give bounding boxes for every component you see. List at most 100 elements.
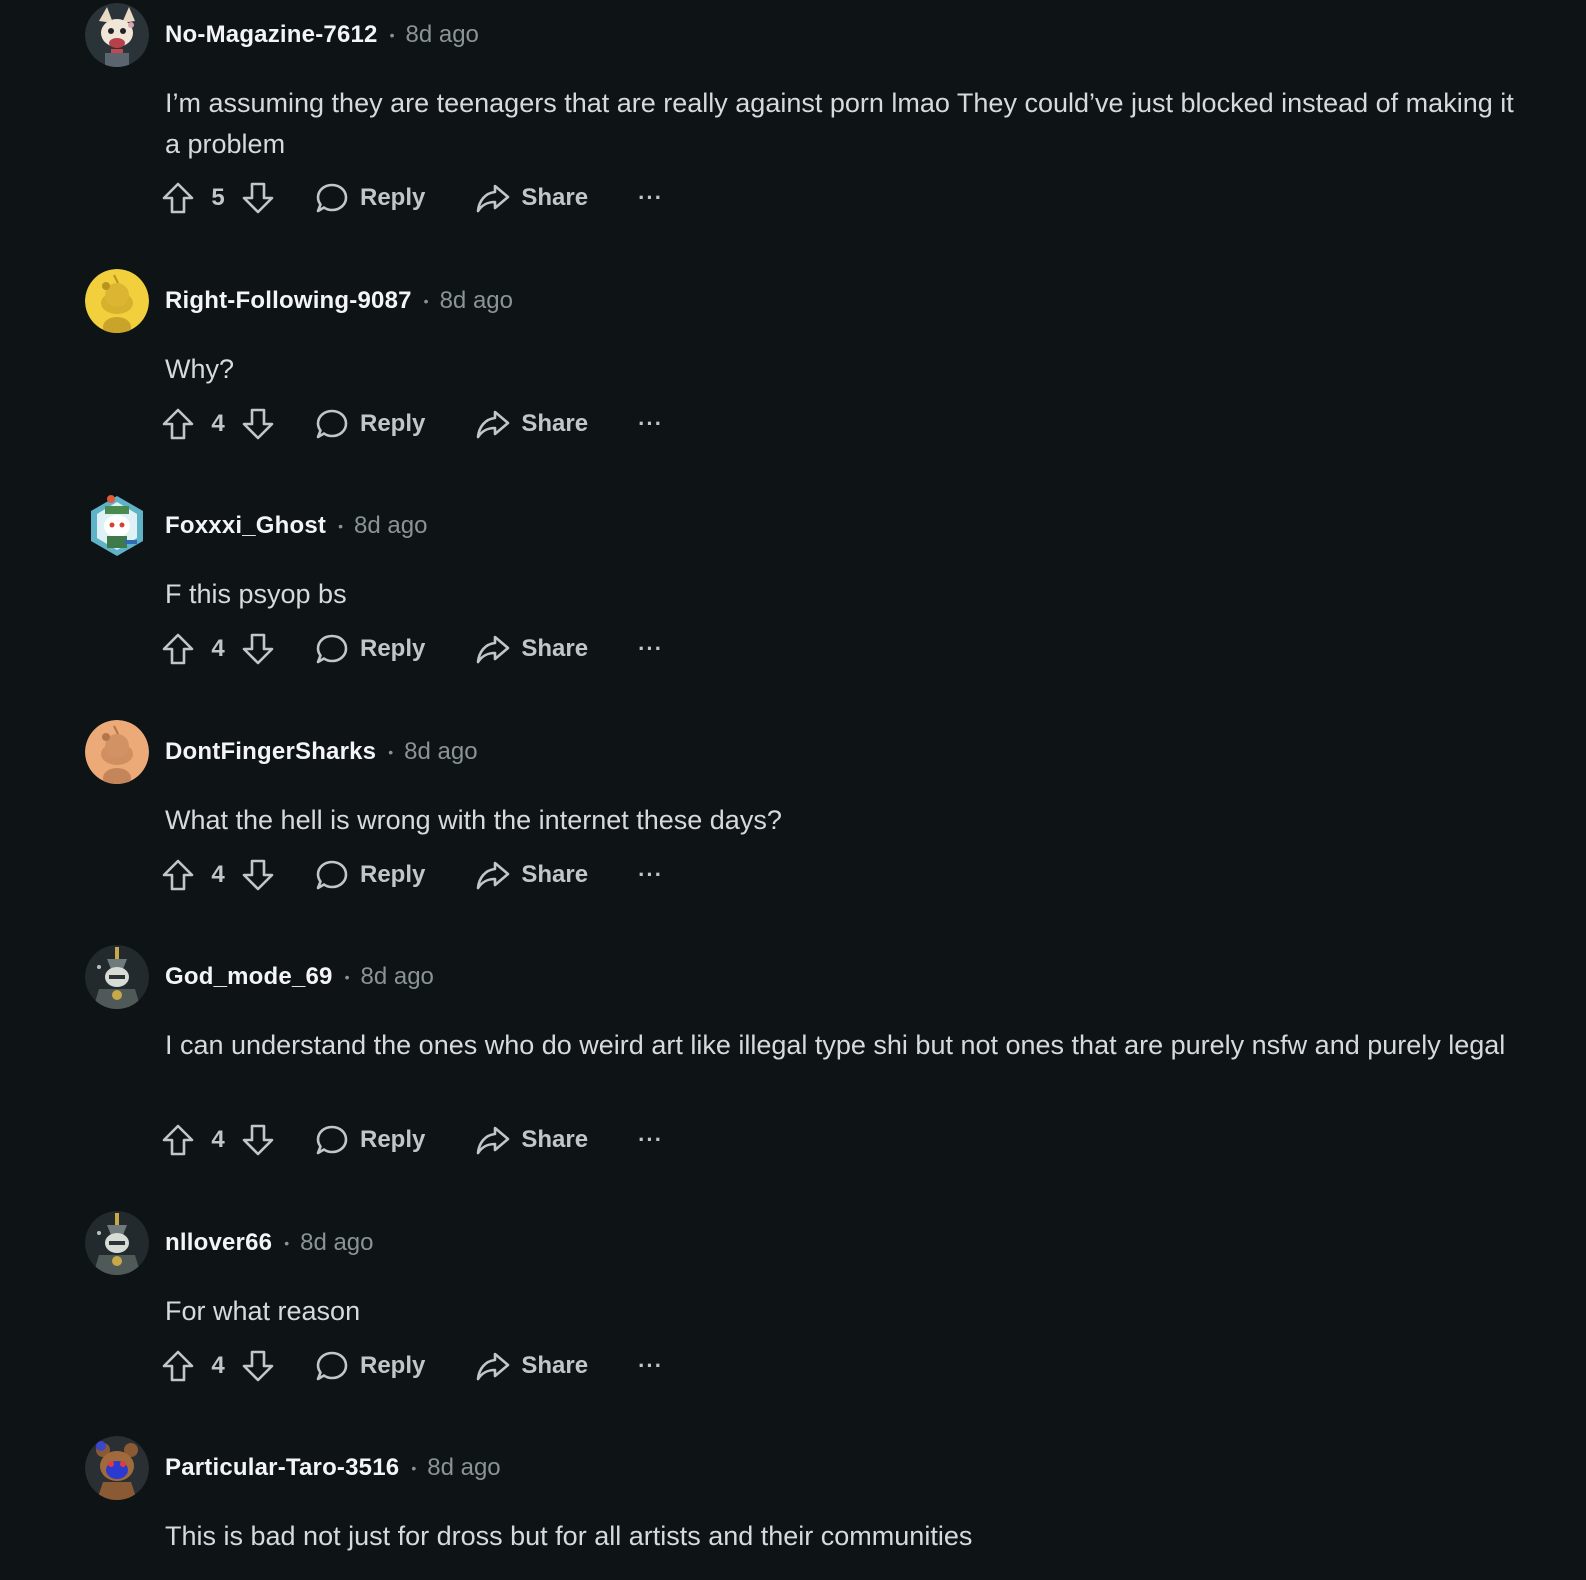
- share-label: Share: [521, 184, 589, 211]
- share-label: Share: [521, 1352, 589, 1379]
- reply-button[interactable]: Reply: [314, 406, 425, 442]
- timestamp[interactable]: 8d ago: [361, 963, 434, 991]
- share-button[interactable]: Share: [475, 1122, 588, 1158]
- share-label: Share: [521, 1126, 589, 1153]
- share-button[interactable]: Share: [475, 1348, 588, 1384]
- upvote-icon[interactable]: [160, 1122, 196, 1158]
- comment-body: This is bad not just for dross but for a…: [165, 1521, 973, 1551]
- comment-meta: Foxxxi_Ghost • 8d ago: [165, 511, 427, 541]
- username[interactable]: No-Magazine-7612: [165, 21, 378, 49]
- vote-count: 4: [211, 635, 225, 662]
- share-arrow-icon: [475, 1122, 511, 1158]
- separator-dot: •: [284, 1235, 290, 1251]
- vote-count: 4: [211, 861, 225, 888]
- reply-button[interactable]: Reply: [314, 857, 425, 893]
- username[interactable]: Particular-Taro-3516: [165, 1454, 399, 1482]
- downvote-icon[interactable]: [240, 180, 276, 216]
- upvote-icon[interactable]: [160, 180, 196, 216]
- downvote-icon[interactable]: [240, 1122, 276, 1158]
- comment-body: F this psyop bs: [165, 579, 347, 609]
- share-arrow-icon: [475, 1348, 511, 1384]
- share-label: Share: [521, 635, 589, 662]
- more-options-icon[interactable]: ···: [638, 1353, 663, 1379]
- reply-label: Reply: [360, 184, 426, 211]
- share-arrow-icon: [475, 406, 511, 442]
- speech-bubble-icon: [314, 631, 350, 667]
- more-options-icon[interactable]: ···: [638, 862, 663, 888]
- username[interactable]: Right-Following-9087: [165, 287, 412, 315]
- separator-dot: •: [338, 518, 344, 534]
- comment-meta: God_mode_69 • 8d ago: [165, 962, 434, 992]
- more-options-icon[interactable]: ···: [638, 1127, 663, 1153]
- speech-bubble-icon: [314, 857, 350, 893]
- comment-actions: 4 Reply Share ···: [160, 853, 663, 897]
- share-label: Share: [521, 410, 589, 437]
- downvote-icon[interactable]: [240, 857, 276, 893]
- comment-meta: Particular-Taro-3516 • 8d ago: [165, 1453, 501, 1483]
- more-options-icon[interactable]: ···: [638, 411, 663, 437]
- share-arrow-icon: [475, 180, 511, 216]
- comment-actions: 4 Reply Share ···: [160, 402, 663, 446]
- timestamp[interactable]: 8d ago: [404, 738, 477, 766]
- separator-dot: •: [344, 969, 350, 985]
- comment-actions: 4 Reply Share ···: [160, 627, 663, 671]
- armored-avatar[interactable]: [85, 1211, 149, 1275]
- speech-bubble-icon: [314, 406, 350, 442]
- vote-count: 4: [211, 410, 225, 437]
- timestamp[interactable]: 8d ago: [300, 1229, 373, 1257]
- downvote-icon[interactable]: [240, 631, 276, 667]
- upvote-icon[interactable]: [160, 1348, 196, 1384]
- snoo-yellow-avatar[interactable]: [85, 269, 149, 333]
- username[interactable]: DontFingerSharks: [165, 738, 376, 766]
- comment-body: I can understand the ones who do weird a…: [165, 1030, 1506, 1060]
- username[interactable]: God_mode_69: [165, 963, 333, 991]
- more-options-icon[interactable]: ···: [638, 185, 663, 211]
- comment-meta: Right-Following-9087 • 8d ago: [165, 286, 513, 316]
- hexagon-snoo-avatar[interactable]: [85, 494, 149, 558]
- more-options-icon[interactable]: ···: [638, 636, 663, 662]
- comment-actions: 4 Reply Share ···: [160, 1344, 663, 1388]
- reply-button[interactable]: Reply: [314, 1348, 425, 1384]
- upvote-icon[interactable]: [160, 857, 196, 893]
- separator-dot: •: [388, 744, 394, 760]
- share-button[interactable]: Share: [475, 857, 588, 893]
- snoo-orange-avatar[interactable]: [85, 720, 149, 784]
- separator-dot: •: [411, 1460, 417, 1476]
- speech-bubble-icon: [314, 180, 350, 216]
- share-button[interactable]: Share: [475, 406, 588, 442]
- separator-dot: •: [389, 27, 395, 43]
- timestamp[interactable]: 8d ago: [406, 21, 479, 49]
- timestamp[interactable]: 8d ago: [354, 512, 427, 540]
- vote-count: 4: [211, 1352, 225, 1379]
- reply-label: Reply: [360, 635, 426, 662]
- comment-actions: 5 Reply Share ···: [160, 176, 663, 220]
- share-arrow-icon: [475, 857, 511, 893]
- comment-meta: No-Magazine-7612 • 8d ago: [165, 20, 479, 50]
- share-label: Share: [521, 861, 589, 888]
- vote-count: 4: [211, 1126, 225, 1153]
- comment-meta: DontFingerSharks • 8d ago: [165, 737, 478, 767]
- comment-body: Why?: [165, 354, 235, 384]
- username[interactable]: Foxxxi_Ghost: [165, 512, 326, 540]
- speech-bubble-icon: [314, 1348, 350, 1384]
- upvote-icon[interactable]: [160, 406, 196, 442]
- timestamp[interactable]: 8d ago: [427, 1454, 500, 1482]
- downvote-icon[interactable]: [240, 1348, 276, 1384]
- downvote-icon[interactable]: [240, 406, 276, 442]
- separator-dot: •: [423, 293, 429, 309]
- share-arrow-icon: [475, 631, 511, 667]
- reply-button[interactable]: Reply: [314, 1122, 425, 1158]
- share-button[interactable]: Share: [475, 180, 588, 216]
- reply-button[interactable]: Reply: [314, 631, 425, 667]
- comment-body: For what reason: [165, 1296, 361, 1326]
- upvote-icon[interactable]: [160, 631, 196, 667]
- bear-avatar[interactable]: [85, 1436, 149, 1500]
- reply-button[interactable]: Reply: [314, 180, 425, 216]
- armored-avatar[interactable]: [85, 945, 149, 1009]
- comment-body: What the hell is wrong with the internet…: [165, 805, 782, 835]
- share-button[interactable]: Share: [475, 631, 588, 667]
- fox-avatar[interactable]: [85, 3, 149, 67]
- timestamp[interactable]: 8d ago: [440, 287, 513, 315]
- username[interactable]: nllover66: [165, 1229, 272, 1257]
- comment-meta: nllover66 • 8d ago: [165, 1228, 374, 1258]
